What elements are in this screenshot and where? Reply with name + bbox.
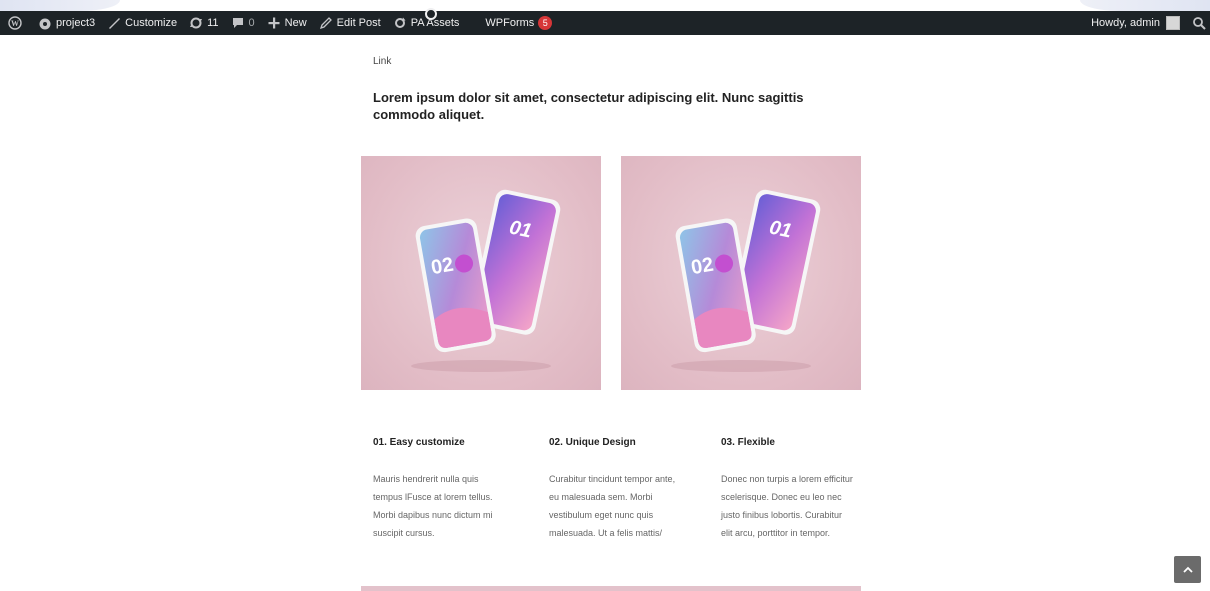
updates-link[interactable]: 11 — [183, 11, 224, 35]
updates-icon — [189, 16, 203, 30]
new-label: New — [284, 17, 307, 29]
plus-icon — [267, 16, 281, 30]
next-section-edge — [361, 586, 861, 591]
admin-bar: W project3 Customize 11 0 New Edit Post … — [0, 11, 1210, 35]
wp-logo-menu[interactable]: W — [0, 11, 32, 35]
comments-link[interactable]: 0 — [225, 11, 261, 35]
feature-body-1: Mauris hendrerit nulla quis tempus lFusc… — [373, 474, 493, 538]
phone-mockup-image-left: 01 02 — [361, 156, 601, 390]
phone-back-number: 01 — [767, 216, 793, 242]
feature-title-3: 03. Flexible — [721, 437, 775, 448]
decorative-wave-right — [1080, 0, 1210, 11]
wpforms-label: WPForms — [485, 17, 535, 29]
howdy-label: Howdy, admin — [1091, 17, 1160, 29]
decorative-wave-left — [0, 0, 120, 11]
pencil-icon — [319, 16, 333, 30]
wpforms-logo-icon — [425, 8, 437, 20]
phone-front-number: 02 — [429, 254, 455, 280]
edit-post-label: Edit Post — [336, 17, 381, 29]
svg-text:W: W — [11, 19, 19, 28]
customize-link[interactable]: Customize — [101, 11, 183, 35]
paintbrush-icon — [107, 16, 121, 30]
avatar — [1166, 16, 1180, 30]
feature-title-2: 02. Unique Design — [549, 437, 636, 448]
phone-mockup-image-right: 01 02 — [621, 156, 861, 390]
wpforms-notification-badge: 5 — [538, 16, 553, 30]
wordpress-icon: W — [8, 16, 22, 30]
customize-label: Customize — [125, 17, 178, 29]
phone-back-number: 01 — [507, 216, 533, 242]
search-icon — [1192, 16, 1206, 30]
edit-post-link[interactable]: Edit Post — [313, 11, 387, 35]
comments-count: 0 — [248, 17, 255, 29]
top-strip — [0, 0, 1210, 11]
updates-count: 11 — [207, 17, 219, 29]
chevron-up-icon — [1182, 561, 1193, 579]
feature-body-2: Curabitur tincidunt tempor ante, eu male… — [549, 474, 676, 538]
new-content-menu[interactable]: New — [261, 11, 313, 35]
feature-body-3: Donec non turpis a lorem efficitur scele… — [721, 474, 853, 538]
post-headline: Lorem ipsum dolor sit amet, consectetur … — [373, 90, 804, 122]
my-account-menu[interactable]: Howdy, admin — [1085, 11, 1186, 35]
post-link[interactable]: Link — [373, 56, 391, 67]
scroll-to-top-button[interactable] — [1174, 556, 1201, 583]
site-name: project3 — [56, 17, 96, 29]
pa-assets-label: PA Assets — [410, 17, 460, 29]
comment-icon — [231, 16, 245, 30]
refresh-icon — [393, 16, 407, 30]
site-name-menu[interactable]: project3 — [32, 11, 101, 35]
phone-front-number: 02 — [689, 254, 715, 280]
dashboard-icon — [38, 16, 52, 30]
wpforms-menu[interactable]: WPForms 5 — [479, 11, 558, 35]
feature-title-1: 01. Easy customize — [373, 437, 465, 448]
search-button[interactable] — [1186, 11, 1210, 35]
